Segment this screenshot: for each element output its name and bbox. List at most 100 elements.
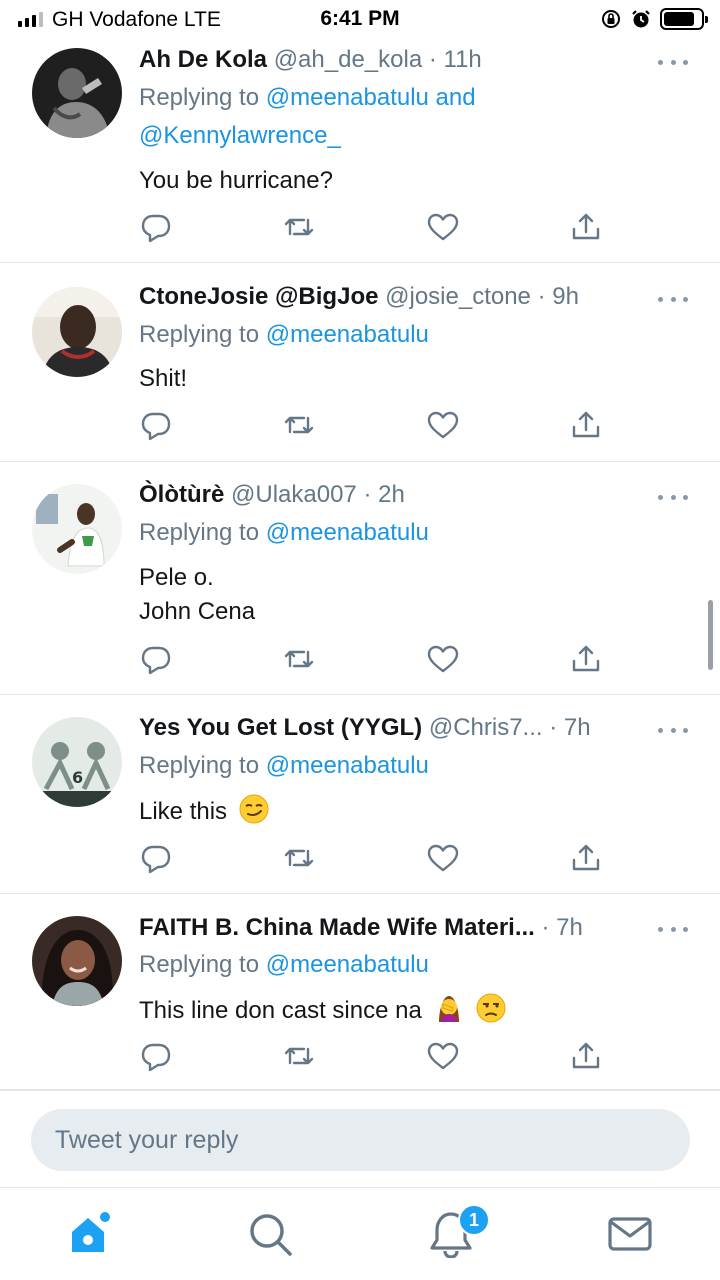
tweet-text-line: Pele o. (139, 564, 214, 591)
tweet-reply-input[interactable] (31, 1109, 690, 1171)
tweet-text-line: Shit! (139, 365, 188, 392)
mention-link[interactable]: @meenabatulu (266, 752, 429, 779)
orientation-lock-icon (602, 10, 620, 28)
display-name[interactable]: FAITH B. China Made Wife Materi... (139, 914, 535, 941)
display-name[interactable]: Yes You Get Lost (YYGL) (139, 714, 422, 741)
share-icon[interactable] (569, 642, 603, 676)
mention-link[interactable]: @Kennylawrence_ (139, 122, 341, 149)
mention-link[interactable]: @meenabatulu (266, 519, 429, 546)
more-options-icon[interactable] (658, 715, 688, 745)
share-icon[interactable] (569, 408, 603, 442)
tweet-actions (139, 210, 609, 244)
tweet-header: FAITH B. China Made Wife Materi... · 7h (139, 913, 625, 943)
battery-icon (660, 8, 708, 30)
home-icon[interactable] (66, 1210, 114, 1258)
tweet-text: Pele o. John Cena (139, 561, 680, 629)
display-name[interactable]: CtoneJosie @BigJoe (139, 283, 378, 310)
mention-joiner: and (428, 84, 476, 111)
svg-text:6: 6 (72, 768, 83, 787)
tab-bar (0, 1188, 720, 1280)
mention-link[interactable]: @meenabatulu (266, 321, 429, 348)
replying-to-label: Replying to (139, 84, 266, 111)
like-icon[interactable] (426, 1039, 460, 1073)
tweet-text: This line don cast since na (139, 992, 680, 1028)
tweet-text: You be hurricane? (139, 164, 680, 198)
replying-to-label: Replying to (139, 951, 266, 978)
tweet-actions (139, 642, 609, 676)
replying-to-label: Replying to (139, 752, 266, 779)
scrollbar-thumb[interactable] (708, 600, 713, 670)
alarm-icon (632, 10, 650, 28)
tweet-text-line: This line don cast since na (139, 997, 422, 1024)
retweet-icon[interactable] (282, 1039, 316, 1073)
avatar[interactable] (32, 484, 122, 574)
more-options-icon[interactable] (658, 914, 688, 944)
more-options-icon[interactable] (658, 47, 688, 77)
avatar[interactable] (32, 916, 122, 1006)
tweet-time: · 7h (549, 714, 591, 741)
replying-to: Replying to @meenabatulu (139, 514, 690, 552)
tweet-text-line: You be hurricane? (139, 167, 333, 194)
reply-icon[interactable] (139, 1039, 173, 1073)
avatar[interactable] (32, 48, 122, 138)
replying-to-label: Replying to (139, 321, 266, 348)
share-icon[interactable] (569, 1039, 603, 1073)
avatar[interactable] (32, 287, 122, 377)
retweet-icon[interactable] (282, 210, 316, 244)
username[interactable]: @Chris7... (429, 714, 543, 741)
status-bar: GH Vodafone LTE 6:41 PM (0, 0, 720, 40)
tweet-text: Shit! (139, 362, 680, 396)
like-icon[interactable] (426, 408, 460, 442)
username[interactable]: @ah_de_kola (274, 46, 422, 73)
reply-icon[interactable] (139, 642, 173, 676)
search-icon[interactable] (246, 1210, 294, 1258)
mention-link[interactable]: @meenabatulu (266, 84, 429, 111)
retweet-icon[interactable] (282, 408, 316, 442)
reply-icon[interactable] (139, 408, 173, 442)
like-icon[interactable] (426, 841, 460, 875)
more-options-icon[interactable] (658, 482, 688, 512)
tweet-time: · 11h (428, 46, 482, 73)
username[interactable]: @Ulaka007 (231, 481, 357, 508)
tweet-header: CtoneJosie @BigJoe @josie_ctone · 9h (139, 282, 625, 312)
more-options-icon[interactable] (658, 284, 688, 314)
tweet-time: · 9h (537, 283, 579, 310)
tweet-actions (139, 1039, 609, 1073)
replying-to: Replying to @meenabatulu (139, 747, 690, 785)
like-icon[interactable] (426, 642, 460, 676)
share-icon[interactable] (569, 841, 603, 875)
tweet-time: · 7h (541, 914, 583, 941)
tweet-text: Like this (139, 793, 680, 829)
replying-to: Replying to @meenabatulu (139, 946, 690, 984)
woman-facepalming-emoji (438, 996, 459, 1022)
tweet[interactable]: Ah De Kola @ah_de_kola · 11h Replying to… (0, 40, 720, 263)
tweet[interactable]: CtoneJosie @BigJoe @josie_ctone · 9h Rep… (0, 263, 720, 462)
messages-icon[interactable] (606, 1210, 654, 1258)
share-icon[interactable] (569, 210, 603, 244)
tweet-text-line: John Cena (139, 598, 256, 625)
avatar[interactable]: 6 (32, 717, 122, 807)
smirking-face-emoji (239, 794, 269, 824)
reply-icon[interactable] (139, 841, 173, 875)
reply-icon[interactable] (139, 210, 173, 244)
mention-link[interactable]: @meenabatulu (266, 951, 429, 978)
retweet-icon[interactable] (282, 841, 316, 875)
replying-to: Replying to @meenabatulu and @Kennylawre… (139, 79, 690, 155)
status-icons (600, 8, 708, 30)
display-name[interactable]: Òlòtùrè (139, 481, 224, 508)
tweet-header: Yes You Get Lost (YYGL) @Chris7... · 7h (139, 713, 625, 743)
notification-badge: 1 (458, 1204, 490, 1236)
tweet-time: · 2h (363, 481, 405, 508)
tweet-header: Ah De Kola @ah_de_kola · 11h (139, 45, 625, 75)
retweet-icon[interactable] (282, 642, 316, 676)
reply-composer (0, 1090, 720, 1188)
tweet[interactable]: Òlòtùrè @Ulaka007 · 2h Replying to @meen… (0, 462, 720, 695)
like-icon[interactable] (426, 210, 460, 244)
tweet[interactable]: 6 Yes You Get Lost (YYGL) @Chris7... · 7… (0, 695, 720, 894)
display-name[interactable]: Ah De Kola (139, 46, 267, 73)
username[interactable]: @josie_ctone (385, 283, 531, 310)
replying-to: Replying to @meenabatulu (139, 316, 690, 354)
tweet-actions (139, 408, 609, 442)
tweet[interactable]: FAITH B. China Made Wife Materi... · 7h … (0, 894, 720, 1090)
unamused-face-emoji (476, 993, 506, 1023)
